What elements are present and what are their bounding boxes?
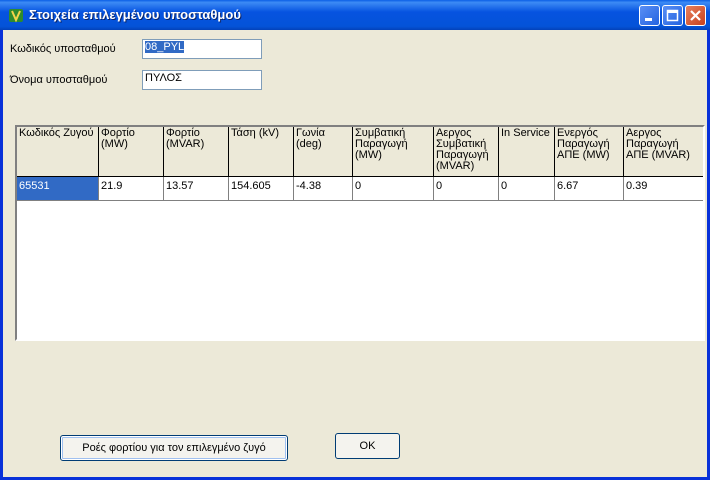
title-bar[interactable]: Στοιχεία επιλεγμένου υποσταθμού [0, 0, 710, 30]
ok-button[interactable]: OK [335, 433, 400, 459]
maximize-button[interactable] [662, 5, 683, 26]
column-header[interactable]: Ενεργός Παραγωγή ΑΠΕ (MW) [555, 127, 624, 177]
column-header[interactable]: Αεργος Συμβατική Παραγωγή (MVAR) [434, 127, 499, 177]
substation-code-field[interactable]: 08_PYL [142, 39, 262, 59]
table-cell[interactable]: 6.67 [555, 177, 624, 201]
table-cell[interactable]: 21.9 [99, 177, 164, 201]
table-cell[interactable]: 0 [434, 177, 499, 201]
column-header[interactable]: Κωδικός Ζυγού [17, 127, 99, 177]
substation-code-value: 08_PYL [145, 41, 185, 53]
table-cell[interactable]: 0 [353, 177, 434, 201]
window-title: Στοιχεία επιλεγμένου υποσταθμού [29, 7, 241, 22]
column-header[interactable]: In Service [499, 127, 555, 177]
close-icon [690, 10, 701, 21]
table-cell[interactable]: 0 [499, 177, 555, 201]
column-header[interactable]: Συμβατική Παραγωγή (MW) [353, 127, 434, 177]
maximize-icon [666, 9, 679, 22]
substation-name-value: ΠΥΛΟΣ [145, 72, 182, 84]
column-header[interactable]: Τάση (kV) [229, 127, 294, 177]
bus-data-grid[interactable]: Κωδικός Ζυγού Φορτίο (MW) Φορτίο (MVAR) … [15, 125, 705, 341]
table-cell[interactable]: 0.39 [624, 177, 703, 201]
table-cell[interactable]: 154.605 [229, 177, 294, 201]
substation-name-field[interactable]: ΠΥΛΟΣ [142, 70, 262, 90]
substation-code-label: Κωδικός υποσταθμού [10, 43, 116, 55]
substation-name-label: Όνομα υποσταθμού [10, 74, 108, 86]
column-header[interactable]: Γωνία (deg) [294, 127, 353, 177]
table-cell[interactable]: -4.38 [294, 177, 353, 201]
minimize-button[interactable] [639, 5, 660, 26]
app-icon [9, 9, 23, 23]
load-flows-button[interactable]: Ροές φορτίου για τον επιλεγμένο ζυγό [60, 435, 288, 461]
column-header[interactable]: Φορτίο (MVAR) [164, 127, 229, 177]
column-header[interactable]: Φορτίο (MW) [99, 127, 164, 177]
column-header[interactable]: Αεργος Παραγωγή ΑΠΕ (MVAR) [624, 127, 703, 177]
close-button[interactable] [685, 5, 706, 26]
table-cell[interactable]: 13.57 [164, 177, 229, 201]
dialog-window: Στοιχεία επιλεγμένου υποσταθμού Κωδικός … [0, 0, 710, 480]
minimize-icon [645, 18, 652, 21]
table-cell[interactable]: 65531 [17, 177, 99, 201]
